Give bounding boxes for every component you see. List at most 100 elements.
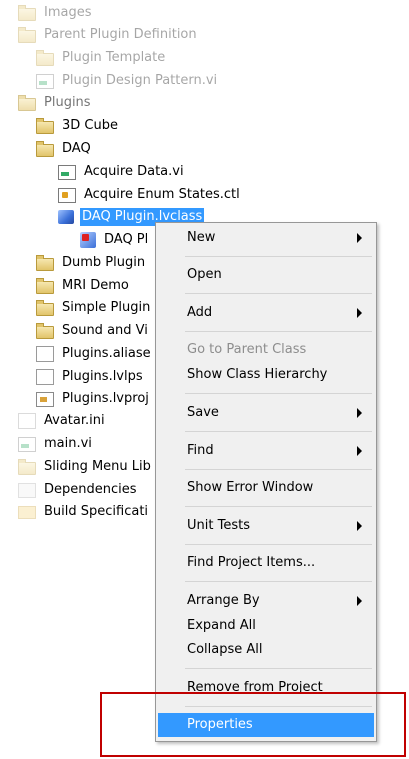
folder-icon: [36, 118, 54, 134]
folder-icon: [18, 27, 36, 43]
lvclass-cube-icon: [58, 210, 74, 224]
tree-item-label: Avatar.ini: [44, 413, 105, 428]
tree-item-build-specifications[interactable]: Build Specificati: [18, 501, 150, 523]
file-icon: [18, 413, 36, 429]
menu-item-arrange-by[interactable]: Arrange By: [158, 589, 374, 613]
menu-item-label: Show Class Hierarchy: [187, 367, 328, 382]
menu-separator: [185, 256, 372, 257]
folder-icon: [18, 95, 36, 111]
tree-item-acquire-enum-states[interactable]: Acquire Enum States.ctl: [58, 184, 242, 206]
menu-item-label: Properties: [187, 717, 253, 732]
menu-item-properties[interactable]: Properties: [158, 713, 374, 737]
menu-item-label: Find Project Items...: [187, 555, 316, 570]
tree-item-dependencies[interactable]: Dependencies: [18, 479, 139, 501]
submenu-arrow-icon: [357, 308, 362, 318]
menu-item-show-class-hierarchy[interactable]: Show Class Hierarchy: [158, 363, 374, 387]
submenu-arrow-icon: [357, 596, 362, 606]
dependencies-icon: [18, 482, 36, 498]
menu-item-label: Expand All: [187, 618, 256, 633]
tree-item-label: Dumb Plugin: [62, 255, 146, 270]
menu-item-open[interactable]: Open: [158, 263, 374, 287]
project-file-icon: [36, 391, 54, 407]
tree-item-parent-plugin-definition[interactable]: Parent Plugin Definition: [18, 24, 199, 46]
menu-item-label: Show Error Window: [187, 480, 314, 495]
tree-item-3d-cube[interactable]: 3D Cube: [36, 115, 120, 137]
menu-separator: [185, 706, 372, 707]
tree-item-label: Build Specificati: [44, 504, 149, 519]
menu-item-label: Find: [187, 443, 214, 458]
menu-separator: [185, 544, 372, 545]
plugin-class-icon: [80, 232, 96, 248]
menu-item-label: Save: [187, 405, 219, 420]
folder-icon: [36, 323, 54, 339]
menu-separator: [185, 393, 372, 394]
menu-item-expand-all[interactable]: Expand All: [158, 614, 374, 638]
menu-separator: [185, 581, 372, 582]
tree-item-simple-plugin[interactable]: Simple Plugin: [36, 297, 152, 319]
build-specifications-icon: [18, 505, 36, 519]
tree-item-plugins-lvlps[interactable]: Plugins.lvlps: [36, 366, 145, 388]
tree-item-acquire-data[interactable]: Acquire Data.vi: [58, 161, 186, 183]
tree-item-label: Acquire Enum States.ctl: [84, 187, 240, 202]
file-icon: [36, 369, 54, 385]
tree-item-images[interactable]: Images: [18, 2, 94, 24]
menu-separator: [185, 431, 372, 432]
tree-item-label: Plugins: [44, 95, 91, 110]
tree-item-label: MRI Demo: [62, 278, 129, 293]
tree-item-label: Plugins.lvproj: [62, 391, 149, 406]
menu-item-new[interactable]: New: [158, 226, 374, 250]
tree-item-dumb-plugin[interactable]: Dumb Plugin: [36, 252, 147, 274]
folder-icon: [36, 300, 54, 316]
submenu-arrow-icon: [357, 446, 362, 456]
tree-item-label: Sliding Menu Lib: [44, 459, 151, 474]
menu-item-remove-from-project[interactable]: Remove from Project: [158, 676, 374, 700]
tree-item-label: Simple Plugin: [62, 300, 151, 315]
tree-item-avatar-ini[interactable]: Avatar.ini: [18, 410, 107, 432]
tree-item-plugins-lvproj[interactable]: Plugins.lvproj: [36, 388, 151, 410]
menu-separator: [185, 469, 372, 470]
tree-item-plugin-design-pattern[interactable]: Plugin Design Pattern.vi: [36, 70, 219, 92]
tree-item-daq[interactable]: DAQ: [36, 138, 93, 160]
menu-item-save[interactable]: Save: [158, 401, 374, 425]
menu-separator: [185, 331, 372, 332]
menu-item-find-project-items[interactable]: Find Project Items...: [158, 551, 374, 575]
menu-item-show-error-window[interactable]: Show Error Window: [158, 476, 374, 500]
tree-item-label: Sound and Vi: [62, 323, 148, 338]
menu-item-find[interactable]: Find: [158, 439, 374, 463]
menu-item-label: New: [187, 230, 216, 245]
vi-file-icon: [18, 436, 36, 452]
menu-item-collapse-all[interactable]: Collapse All: [158, 638, 374, 662]
folder-icon: [36, 141, 54, 157]
tree-item-plugin-template[interactable]: Plugin Template: [36, 47, 167, 69]
tree-item-label: Plugins.aliase: [62, 346, 151, 361]
context-menu: New Open Add Go to Parent Class Show Cla…: [155, 222, 377, 742]
tree-item-label: DAQ Pl: [104, 232, 149, 247]
submenu-arrow-icon: [357, 233, 362, 243]
menu-item-go-to-parent-class: Go to Parent Class: [158, 338, 374, 362]
tree-item-label: Plugin Template: [62, 50, 166, 65]
menu-item-add[interactable]: Add: [158, 301, 374, 325]
folder-icon: [18, 459, 36, 475]
tree-item-daq-plugin-child[interactable]: DAQ Pl: [80, 229, 150, 251]
folder-icon: [18, 5, 36, 21]
tree-item-sliding-menu-lib[interactable]: Sliding Menu Lib: [18, 456, 153, 478]
tree-item-plugins[interactable]: Plugins: [18, 92, 93, 114]
folder-icon: [36, 278, 54, 294]
menu-item-label: Collapse All: [187, 642, 263, 657]
tree-item-label: Images: [44, 5, 92, 20]
tree-item-plugins-aliases[interactable]: Plugins.aliase: [36, 343, 153, 365]
tree-item-mri-demo[interactable]: MRI Demo: [36, 275, 131, 297]
menu-item-label: Unit Tests: [187, 518, 250, 533]
menu-item-label: Add: [187, 305, 213, 320]
menu-separator: [185, 293, 372, 294]
menu-separator: [185, 506, 372, 507]
submenu-arrow-icon: [357, 408, 362, 418]
menu-item-label: Arrange By: [187, 593, 260, 608]
tree-item-main-vi[interactable]: main.vi: [18, 433, 94, 455]
folder-icon: [36, 255, 54, 271]
tree-item-sound-and-vi[interactable]: Sound and Vi: [36, 320, 150, 342]
tree-item-label: 3D Cube: [62, 118, 118, 133]
menu-item-unit-tests[interactable]: Unit Tests: [158, 514, 374, 538]
vi-file-icon: [36, 73, 54, 89]
tree-item-label: Parent Plugin Definition: [44, 27, 197, 42]
